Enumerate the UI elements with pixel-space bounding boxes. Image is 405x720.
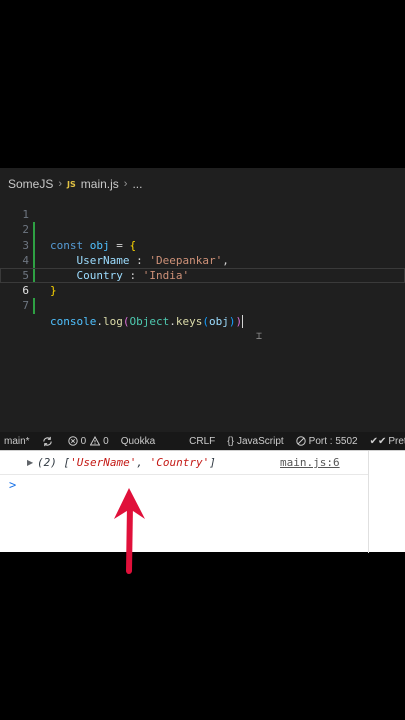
dot: .: [169, 314, 176, 328]
chevron-right-icon: ›: [58, 178, 63, 190]
function-name: log: [102, 314, 123, 328]
arrow-up-icon: [114, 488, 145, 574]
console-output-row[interactable]: ▶ (2) ['UserName', 'Country'] main.js:6: [0, 451, 368, 475]
breadcrumb-file[interactable]: main.js: [81, 177, 119, 191]
status-branch[interactable]: main*: [4, 436, 30, 447]
language-label: JavaScript: [236, 435, 284, 447]
paren: ): [235, 314, 243, 328]
argument: obj: [208, 314, 229, 328]
code-line-1[interactable]: 1 const obj = {: [0, 192, 405, 251]
paren: (: [202, 314, 209, 328]
class-name: Object: [129, 314, 170, 328]
console-divider: [368, 451, 369, 553]
error-icon: [67, 436, 78, 446]
ibeam-cursor-icon: ⌶: [256, 330, 263, 342]
quokka-label: Quokka: [120, 435, 156, 447]
console-panel[interactable]: ▶ (2) ['UserName', 'Country'] main.js:6 …: [0, 450, 405, 553]
warning-count: 0: [103, 435, 109, 447]
code-line-4[interactable]: 4 }: [0, 238, 405, 297]
eol-label: CRLF: [189, 435, 216, 447]
chevron-right-icon: ›: [123, 178, 128, 190]
sync-icon[interactable]: [42, 436, 56, 447]
javascript-file-icon: JS: [67, 179, 76, 189]
double-check-icon: ✔✔: [369, 435, 387, 447]
code-line-6[interactable]: 6 console.log(Object.keys(obj)) ⌶: [0, 267, 405, 342]
quokka-status[interactable]: Quokka: [121, 436, 155, 447]
expand-triangle-icon[interactable]: ▶: [27, 458, 33, 467]
function-name: keys: [175, 314, 203, 328]
source-link[interactable]: main.js:6: [280, 456, 340, 469]
console-output: (2) ['UserName', 'Country']: [37, 456, 216, 469]
problems-indicator[interactable]: 0 0: [67, 435, 109, 447]
console-prompt[interactable]: >: [9, 478, 16, 492]
code-line-3[interactable]: 3 Country : 'India': [0, 222, 405, 282]
text-cursor: [242, 315, 244, 329]
line-number: 7: [22, 299, 29, 313]
prettier-status[interactable]: ✔✔ Prettier: [370, 436, 405, 447]
prettier-label: Prettier: [388, 435, 405, 447]
branch-label: main*: [4, 435, 30, 447]
code-line-5[interactable]: 5: [0, 253, 405, 282]
warning-icon: [90, 436, 101, 446]
port-label: Port : 5502: [308, 435, 358, 447]
status-bar: main* 0 0 Quokka CRLF {} JavaScript Port…: [0, 432, 405, 450]
error-count: 0: [80, 435, 87, 447]
breadcrumb-folder[interactable]: SomeJS: [8, 177, 53, 191]
braces-icon: {}: [227, 435, 234, 447]
code-area[interactable]: 1 const obj = { 2 UserName : 'Deepankar'…: [0, 192, 405, 342]
broadcast-icon: [295, 436, 306, 446]
dot: .: [96, 314, 103, 328]
code-line-2[interactable]: 2 UserName : 'Deepankar',: [0, 207, 405, 266]
code-line-7[interactable]: 7: [0, 283, 405, 312]
eol-status[interactable]: CRLF: [189, 436, 215, 447]
breadcrumb-more[interactable]: ...: [132, 177, 142, 191]
identifier: console: [50, 314, 97, 328]
code-editor[interactable]: SomeJS › JS main.js › ... 1 const obj = …: [0, 168, 405, 432]
live-server-port[interactable]: Port : 5502: [295, 435, 358, 447]
language-mode[interactable]: {} JavaScript: [227, 436, 283, 447]
